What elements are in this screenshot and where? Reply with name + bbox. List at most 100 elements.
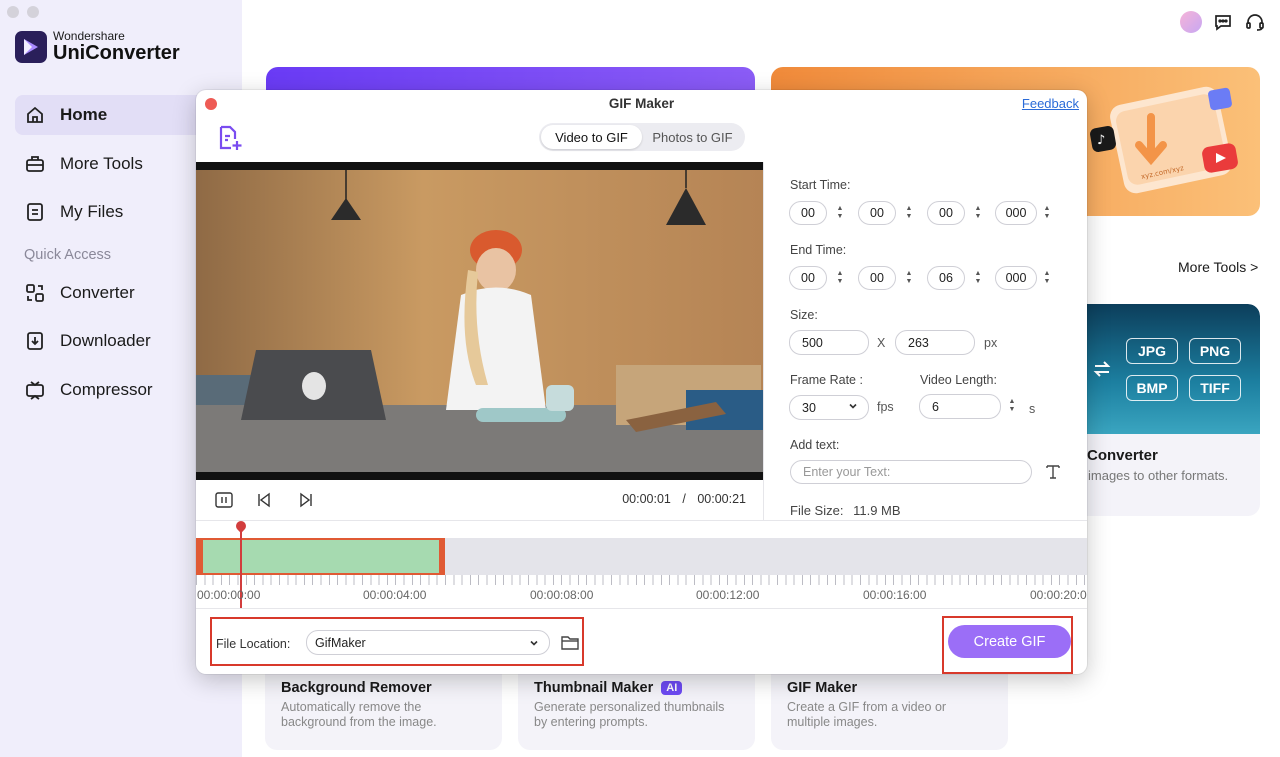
end-hours-field[interactable]: 00 bbox=[789, 266, 827, 290]
end-seconds-stepper[interactable]: ▲ ▼ bbox=[973, 267, 983, 289]
timeline-label: 00:00:04:00 bbox=[363, 588, 427, 602]
headset-icon[interactable] bbox=[1244, 11, 1266, 33]
end-seconds-field[interactable]: 06 bbox=[927, 266, 965, 290]
start-milliseconds-field[interactable]: 000 bbox=[995, 201, 1037, 225]
playback-time: 00:00:01 / 00:00:21 bbox=[622, 492, 746, 506]
card-title: Thumbnail Maker bbox=[534, 680, 654, 696]
add-file-icon[interactable] bbox=[216, 124, 244, 152]
brand-title: UniConverter bbox=[53, 42, 180, 64]
format-pill: JPG bbox=[1126, 338, 1178, 364]
start-minutes-field[interactable]: 00 bbox=[858, 201, 896, 225]
thumbnail-maker-card[interactable]: Thumbnail Maker AI Generate personalized … bbox=[518, 674, 755, 750]
converter-card-image: JPG PNG BMP TIFF bbox=[1083, 304, 1260, 434]
text-style-icon[interactable] bbox=[1044, 463, 1062, 486]
gif-maker-card[interactable]: GIF Maker Create a GIF from a video or m… bbox=[771, 674, 1008, 750]
gif-maker-dialog: GIF Maker Feedback Video to GIF Photos t… bbox=[196, 90, 1087, 674]
timeline-label: 00:00:08:00 bbox=[530, 588, 594, 602]
timeline-label: 00:00:00:00 bbox=[197, 588, 261, 602]
end-hours-stepper[interactable]: ▲ ▼ bbox=[835, 267, 845, 289]
avatar[interactable] bbox=[1180, 11, 1202, 33]
dialog-footer: File Location: GifMaker Create GIF bbox=[196, 608, 1087, 674]
converter-card-title: Converter bbox=[1087, 447, 1158, 464]
format-pill: BMP bbox=[1126, 375, 1178, 401]
size-unit: px bbox=[984, 336, 998, 350]
fps-unit: fps bbox=[877, 400, 894, 414]
end-minutes-stepper[interactable]: ▲ ▼ bbox=[904, 267, 914, 289]
timeline-selection[interactable] bbox=[201, 538, 444, 575]
chevron-down-icon bbox=[848, 400, 858, 414]
sidebar-item-label: More Tools bbox=[60, 154, 143, 173]
svg-text:♪: ♪ bbox=[1097, 133, 1105, 148]
next-frame-icon[interactable] bbox=[296, 490, 316, 510]
card-desc: Generate personalized thumbnails by ente… bbox=[534, 700, 725, 729]
time-separator: / bbox=[682, 492, 686, 506]
timeline[interactable]: 00:00:00:00 00:00:04:00 00:00:08:00 00:0… bbox=[196, 518, 1087, 609]
feedback-link[interactable]: Feedback bbox=[1022, 96, 1079, 111]
start-seconds-stepper[interactable]: ▲ ▼ bbox=[973, 202, 983, 224]
start-hours-stepper[interactable]: ▲ ▼ bbox=[835, 202, 845, 224]
current-time: 00:00:01 bbox=[622, 492, 671, 506]
brand-subtitle: Wondershare bbox=[53, 29, 125, 43]
downloader-icon bbox=[24, 330, 46, 352]
format-pill: TIFF bbox=[1189, 375, 1241, 401]
tab-video-to-gif[interactable]: Video to GIF bbox=[541, 125, 642, 149]
video-length-stepper[interactable]: ▲ ▼ bbox=[1007, 395, 1017, 417]
video-preview[interactable] bbox=[196, 162, 763, 480]
file-location-label: File Location: bbox=[216, 637, 291, 651]
previous-frame-icon[interactable] bbox=[254, 490, 274, 510]
end-minutes-field[interactable]: 00 bbox=[858, 266, 896, 290]
card-desc: Create a GIF from a video or multiple im… bbox=[787, 700, 947, 729]
folder-icon[interactable] bbox=[560, 633, 580, 651]
width-input[interactable]: 500 bbox=[789, 330, 869, 355]
uniconverter-logo-icon bbox=[15, 30, 47, 63]
pause-icon[interactable] bbox=[214, 490, 234, 510]
file-size-label: File Size: bbox=[790, 503, 844, 518]
frame-rate-select[interactable]: 30 bbox=[789, 395, 869, 420]
background-remover-card[interactable]: Background Remover Automatically remove … bbox=[265, 674, 502, 750]
size-label: Size: bbox=[790, 308, 818, 322]
add-text-label: Add text: bbox=[790, 438, 840, 452]
frame-rate-label: Frame Rate : bbox=[790, 373, 863, 387]
end-milliseconds-stepper[interactable]: ▲ ▼ bbox=[1042, 267, 1052, 289]
start-milliseconds-stepper[interactable]: ▲ ▼ bbox=[1042, 202, 1052, 224]
converter-card[interactable]: JPG PNG BMP TIFF Converter images to oth… bbox=[1083, 304, 1260, 516]
chat-icon[interactable] bbox=[1212, 11, 1234, 33]
timeline-label: 00:00:16:00 bbox=[863, 588, 927, 602]
card-desc: Automatically remove the background from… bbox=[281, 700, 437, 729]
format-pill: PNG bbox=[1189, 338, 1241, 364]
window-minimize-dot[interactable] bbox=[27, 6, 39, 18]
video-length-label: Video Length: bbox=[920, 373, 997, 387]
selection-start-handle[interactable] bbox=[196, 538, 202, 575]
start-time-label: Start Time: bbox=[790, 178, 851, 192]
start-seconds-field[interactable]: 00 bbox=[927, 201, 965, 225]
mode-switch: Video to GIF Photos to GIF bbox=[539, 123, 745, 151]
chevron-down-icon bbox=[529, 637, 539, 651]
video-length-input[interactable]: 6 bbox=[919, 394, 1001, 419]
height-input[interactable]: 263 bbox=[895, 330, 975, 355]
swap-icon bbox=[1091, 358, 1113, 385]
sidebar-item-label: My Files bbox=[60, 202, 124, 221]
file-icon bbox=[24, 201, 46, 223]
sidebar-item-label: Downloader bbox=[60, 331, 151, 350]
length-unit: s bbox=[1029, 402, 1036, 416]
video-frame-image bbox=[196, 170, 763, 472]
more-tools-link[interactable]: More Tools > bbox=[1178, 259, 1258, 275]
file-size-value: 11.9 MB bbox=[853, 503, 901, 518]
start-minutes-stepper[interactable]: ▲ ▼ bbox=[904, 202, 914, 224]
quick-access-heading: Quick Access bbox=[24, 247, 112, 263]
start-hours-field[interactable]: 00 bbox=[789, 201, 827, 225]
end-time-label: End Time: bbox=[790, 243, 847, 257]
timeline-ticks bbox=[196, 575, 1087, 585]
file-location-select[interactable]: GifMaker bbox=[306, 630, 550, 655]
end-milliseconds-field[interactable]: 000 bbox=[995, 266, 1037, 290]
add-text-input[interactable]: Enter your Text: bbox=[790, 460, 1032, 484]
ai-badge: AI bbox=[661, 681, 683, 695]
selection-end-handle[interactable] bbox=[439, 538, 445, 575]
create-gif-button[interactable]: Create GIF bbox=[948, 625, 1071, 658]
file-size: File Size: 11.9 MB bbox=[790, 503, 901, 518]
tab-photos-to-gif[interactable]: Photos to GIF bbox=[642, 125, 743, 149]
playhead-handle[interactable] bbox=[233, 518, 249, 534]
window-close-dot[interactable] bbox=[7, 6, 19, 18]
card-title: Background Remover bbox=[281, 680, 432, 696]
dialog-title: GIF Maker bbox=[608, 96, 675, 111]
